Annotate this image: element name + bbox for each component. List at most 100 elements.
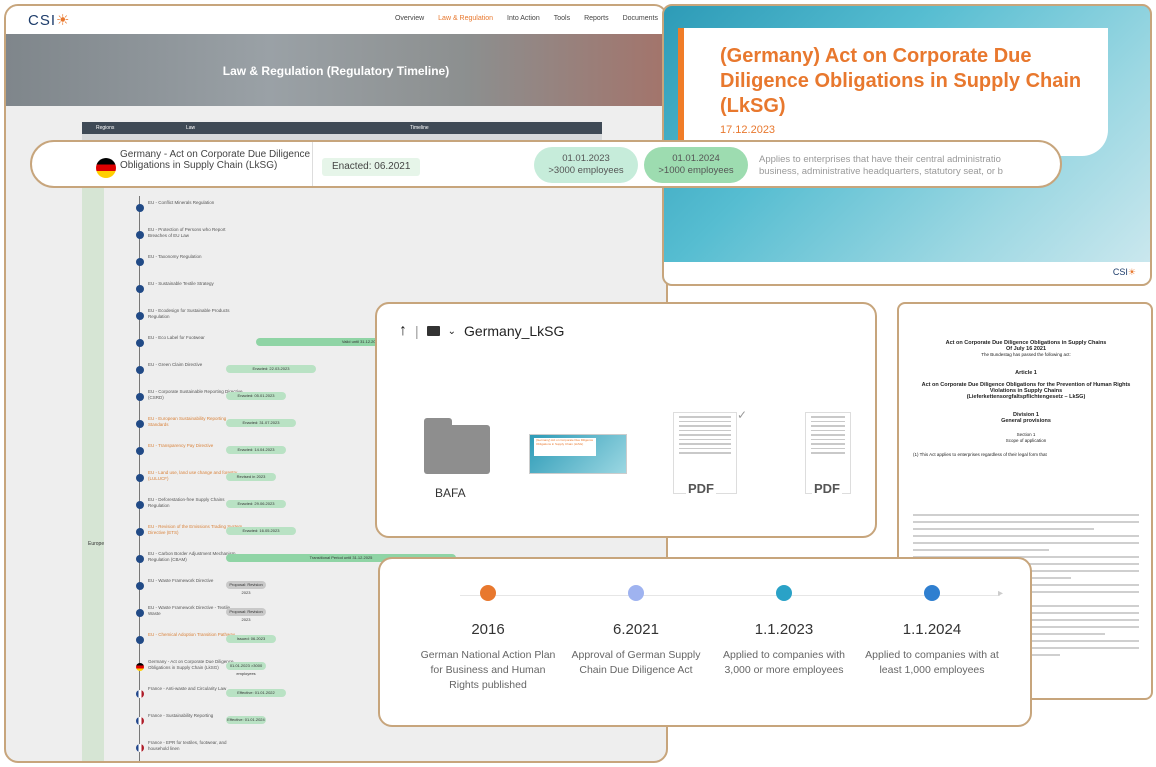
law-row[interactable]: EU - Sustainable Textile Strategy [106, 277, 602, 301]
eu-flag-icon [136, 501, 144, 509]
eu-flag-icon [136, 285, 144, 293]
law-name[interactable]: EU - Ecodesign for Sustainable Products … [148, 308, 243, 320]
nav-law-regulation[interactable]: Law & Regulation [438, 15, 493, 22]
milestone-pill-2024[interactable]: 01.01.2024 >1000 employees [644, 147, 748, 183]
eu-flag-icon [136, 312, 144, 320]
milestone-threshold: >1000 employees [658, 165, 734, 176]
eu-flag-icon [136, 258, 144, 266]
eu-flag-icon [136, 231, 144, 239]
milestone-year: 1.1.2023 [754, 621, 814, 638]
law-name[interactable]: EU - Sustainable Textile Strategy [148, 281, 243, 287]
eu-flag-icon [136, 339, 144, 347]
hero-banner: Law & Regulation (Regulatory Timeline) [6, 34, 666, 106]
timeline-bar[interactable]: Enacted: 29.06.2023 [226, 500, 286, 508]
up-arrow-icon[interactable]: ↑ [399, 322, 407, 340]
page-title: Law & Regulation (Regulatory Timeline) [222, 64, 450, 78]
slide-thumb-title: (Germany) Act on Corporate Due Diligence… [536, 438, 594, 446]
milestone-year: 2016 [471, 621, 505, 638]
eu-flag-icon [136, 555, 144, 563]
law-name[interactable]: EU - Conflict Minerals Regulation [148, 200, 243, 206]
law-name[interactable]: EU - Taxonomy Regulation [148, 254, 243, 260]
nav-tools[interactable]: Tools [554, 15, 570, 22]
timeline-bar[interactable]: Enacted: 16.05.2023 [226, 527, 296, 535]
timeline-bar[interactable]: Enacted: 31.07.2023 [226, 419, 296, 427]
eu-flag-icon [136, 582, 144, 590]
eu-flag-icon [136, 393, 144, 401]
timeline-bar[interactable]: Enacted: 22.03.2023 [226, 365, 316, 373]
region-column [82, 140, 104, 761]
timeline-bar[interactable]: Effective: 01.01.2022 [226, 689, 286, 697]
folder-icon [426, 326, 440, 336]
law-name[interactable]: EU - Eco Label for Footwear [148, 335, 243, 341]
eu-flag-icon [136, 609, 144, 617]
timeline-bar[interactable]: Enacted: 14.04.2023 [226, 446, 286, 454]
milestone-description: Applied to companies with 3,000 or more … [723, 649, 845, 676]
nav-reports[interactable]: Reports [584, 15, 609, 22]
timeline-bar[interactable]: Issued: 06.2023 [226, 635, 276, 643]
header-regions: Regions [96, 125, 115, 131]
law-name[interactable]: EU - Protection of Persons who Report Br… [148, 227, 243, 239]
document-text: Act on Corporate Due Diligence Obligatio… [913, 314, 1139, 458]
timeline-bar[interactable]: Revised in 2023 [226, 473, 276, 481]
bafa-folder-icon[interactable] [424, 418, 490, 474]
timeline-bar[interactable]: Enacted: 05.01.2023 [226, 392, 286, 400]
timeline-bar[interactable]: Effective: 01.01.2024 [226, 716, 266, 724]
header-timeline: Timeline [410, 125, 429, 131]
timeline-bar[interactable]: 01.01.2023 >3000 employees [226, 662, 266, 676]
law-row[interactable]: EU - Taxonomy Regulation [106, 250, 602, 274]
milestone-dot [480, 585, 496, 601]
pdf-label: PDF [812, 481, 842, 496]
milestone-dot [628, 585, 644, 601]
law-row[interactable]: France - EPR for textiles, footwear, and… [106, 736, 602, 760]
milestone-dot [776, 585, 792, 601]
milestone-item: 2016 German National Action Plan for Busi… [418, 585, 558, 693]
germany-flag-icon [136, 663, 144, 671]
milestone-date: 01.01.2023 [562, 153, 610, 164]
milestone-year: 1.1.2024 [902, 621, 962, 638]
milestone-dot [924, 585, 940, 601]
milestone-description: Approval of German Supply Chain Due Dili… [571, 649, 701, 676]
timeline-bar[interactable]: Proposal: Revision 2023 [226, 581, 266, 595]
doc-article-subtitle: (Lieferkettensorgfaltspflichtengesetz – … [966, 394, 1086, 400]
milestone-threshold: >3000 employees [548, 165, 624, 176]
pdf-file-thumbnail-1[interactable]: PDF [673, 412, 737, 496]
csi-logo[interactable]: CSI☀ [28, 11, 70, 29]
slide-title: (Germany) Act on Corporate Due Diligence… [720, 45, 1082, 117]
eu-flag-icon [136, 474, 144, 482]
law-row[interactable]: EU - Protection of Persons who Report Br… [106, 223, 602, 247]
file-explorer: ↑ | ⌄ Germany_LkSG BAFA (Germany) Act on… [375, 302, 877, 538]
milestone-pill-2023[interactable]: 01.01.2023 >3000 employees [534, 147, 638, 183]
nav-into-action[interactable]: Into Action [507, 15, 540, 22]
slide-logo: CSI☀ [1112, 267, 1136, 277]
divider [312, 142, 313, 186]
highlighted-law-row[interactable]: Germany - Act on Corporate Due Diligence… [30, 140, 1062, 188]
slide-file-thumbnail[interactable]: (Germany) Act on Corporate Due Diligence… [529, 434, 627, 474]
law-name: Germany - Act on Corporate Due Diligence… [120, 149, 311, 171]
checkmark-icon: ✓ [737, 408, 748, 422]
slide-title-card: (Germany) Act on Corporate Due Diligence… [678, 28, 1108, 156]
milestone-description: German National Action Plan for Business… [420, 649, 556, 691]
region-label-europe: Europe [88, 541, 105, 547]
separator: | [415, 323, 419, 339]
law-name[interactable]: France - EPR for textiles, footwear, and… [148, 740, 243, 752]
timeline-bar[interactable]: Proposal: Revision 2023 [226, 608, 266, 622]
doc-section-title: Scope of application [1005, 438, 1047, 443]
nav-overview[interactable]: Overview [395, 15, 424, 22]
doc-article: Article 1 [1015, 370, 1037, 376]
milestone-item: 1.1.2023 Applied to companies with 3,000 … [714, 585, 854, 678]
folder-name: Germany_LkSG [464, 323, 565, 339]
top-navigation: CSI☀ Overview Law & Regulation Into Acti… [6, 6, 666, 34]
applies-description: Applies to enterprises that have their c… [759, 154, 1003, 177]
nav-documents[interactable]: Documents [623, 15, 658, 22]
table-header: Regions Law Timeline [82, 122, 602, 134]
eu-flag-icon [136, 420, 144, 428]
slide-date: 17.12.2023 [720, 124, 776, 136]
pdf-file-thumbnail-2[interactable]: PDF [805, 412, 851, 496]
milestone-item: 6.2021 Approval of German Supply Chain Du… [566, 585, 706, 678]
law-row[interactable]: EU - Conflict Minerals Regulation [106, 196, 602, 220]
chevron-down-icon[interactable]: ⌄ [448, 326, 456, 337]
france-flag-icon [136, 690, 144, 698]
bafa-folder-label[interactable]: BAFA [435, 486, 466, 500]
eu-flag-icon [136, 528, 144, 536]
france-flag-icon [136, 717, 144, 725]
